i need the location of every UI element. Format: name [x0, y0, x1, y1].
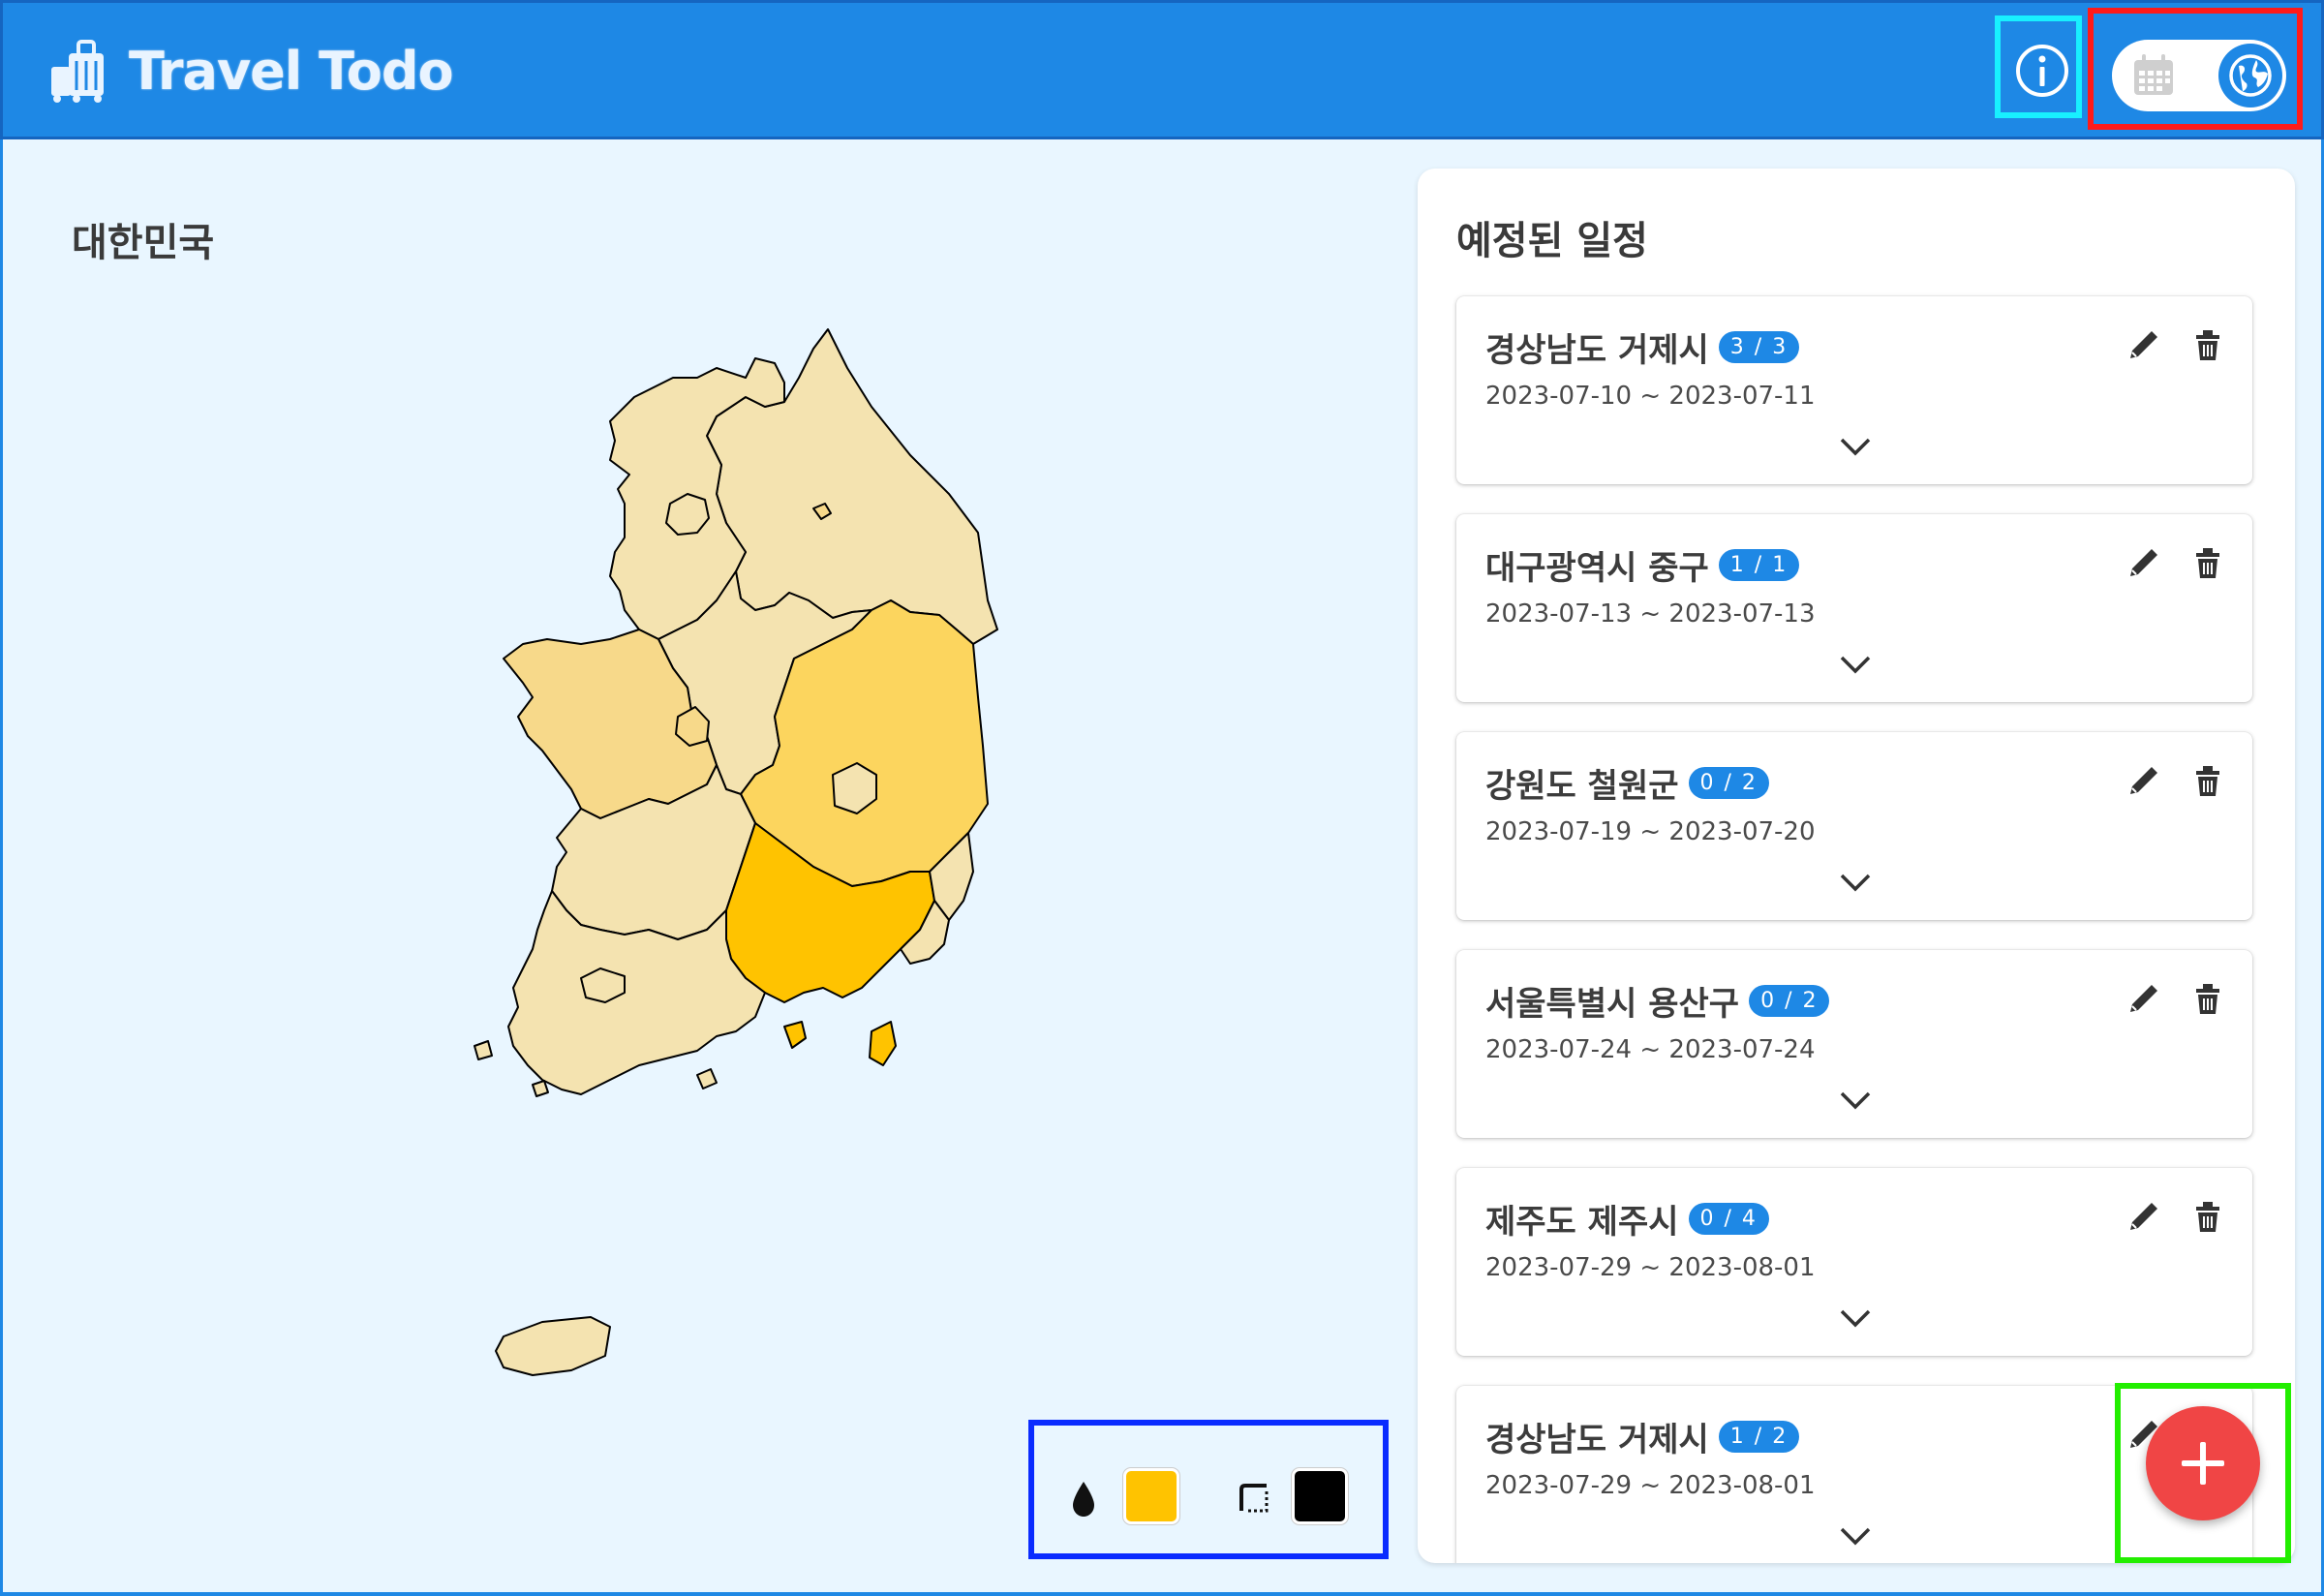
- pencil-icon[interactable]: [2125, 761, 2163, 800]
- island-sw-2: [474, 1040, 493, 1060]
- schedule-dates: 2023-07-29 ~ 2023-08-01: [1485, 1471, 1816, 1500]
- schedule-name: 경상남도 거제시: [1485, 331, 1709, 370]
- chevron-down-icon[interactable]: [1836, 1086, 1875, 1113]
- luggage-icon: [51, 40, 104, 103]
- pencil-icon[interactable]: [2125, 325, 2163, 364]
- schedule-title: 예정된 일정: [1456, 219, 1648, 263]
- highlight-info: [1995, 15, 2082, 118]
- chevron-down-icon[interactable]: [1836, 650, 1875, 677]
- fill-color-swatch[interactable]: [1123, 1468, 1179, 1524]
- map-color-panel: [1028, 1420, 1389, 1559]
- island-sw-3: [696, 1068, 718, 1090]
- schedule-dates: 2023-07-19 ~ 2023-07-20: [1485, 817, 1816, 846]
- schedule-name: 경상남도 거제시: [1485, 1421, 1709, 1459]
- korea-map[interactable]: [290, 310, 1065, 1433]
- region-geoje: [869, 1021, 897, 1066]
- schedule-card[interactable]: 강원도 철원군 0 / 2 2023-07-19 ~ 2023-07-20: [1456, 732, 2252, 920]
- schedule-name: 강원도 철원군: [1485, 767, 1679, 806]
- trash-icon[interactable]: [2188, 543, 2227, 582]
- pencil-icon[interactable]: [2125, 543, 2163, 582]
- progress-badge: 0 / 2: [1688, 767, 1769, 799]
- progress-badge: 1 / 2: [1718, 1421, 1800, 1453]
- region-jeju: [495, 1316, 611, 1376]
- highlight-toggle: [2088, 8, 2303, 130]
- island-sw-1: [532, 1080, 549, 1097]
- frame-border-left: [0, 139, 3, 1596]
- schedule-card[interactable]: 제주도 제주시 0 / 4 2023-07-29 ~ 2023-08-01: [1456, 1168, 2252, 1356]
- border-color-swatch[interactable]: [1292, 1468, 1348, 1524]
- schedule-panel: 예정된 일정 경상남도 거제시 3 / 3 2023-07-10 ~ 2023-0…: [1418, 169, 2295, 1563]
- progress-badge: 1 / 1: [1718, 549, 1800, 581]
- schedule-card[interactable]: 대구광역시 중구 1 / 1 2023-07-13 ~ 2023-07-13: [1456, 514, 2252, 702]
- schedule-card[interactable]: 경상남도 거제시 3 / 3 2023-07-10 ~ 2023-07-11: [1456, 296, 2252, 484]
- app-title: Travel Todo: [129, 40, 454, 102]
- chevron-down-icon[interactable]: [1836, 1304, 1875, 1331]
- fill-drop-icon: [1073, 1482, 1094, 1517]
- trash-icon[interactable]: [2188, 979, 2227, 1018]
- schedule-name: 제주도 제주시: [1485, 1203, 1679, 1242]
- trash-icon[interactable]: [2188, 325, 2227, 364]
- region-namhae: [783, 1021, 807, 1049]
- highlight-add: [2115, 1383, 2291, 1563]
- progress-badge: 0 / 2: [1749, 985, 1830, 1017]
- pencil-icon[interactable]: [2125, 1197, 2163, 1236]
- schedule-dates: 2023-07-10 ~ 2023-07-11: [1485, 382, 1816, 411]
- pencil-icon[interactable]: [2125, 979, 2163, 1018]
- trash-icon[interactable]: [2188, 1197, 2227, 1236]
- border-style-icon: [1239, 1484, 1269, 1513]
- progress-badge: 0 / 4: [1688, 1203, 1769, 1235]
- schedule-dates: 2023-07-24 ~ 2023-07-24: [1485, 1035, 1816, 1064]
- progress-badge: 3 / 3: [1718, 331, 1800, 363]
- chevron-down-icon[interactable]: [1836, 432, 1875, 459]
- chevron-down-icon[interactable]: [1836, 1521, 1875, 1549]
- trash-icon[interactable]: [2188, 761, 2227, 800]
- frame-border-bottom: [0, 1592, 2324, 1596]
- country-title: 대한민국: [72, 221, 215, 265]
- schedule-card[interactable]: 서울특별시 용산구 0 / 2 2023-07-24 ~ 2023-07-24: [1456, 950, 2252, 1138]
- schedule-name: 대구광역시 중구: [1485, 549, 1709, 588]
- schedule-name: 서울특별시 용산구: [1485, 985, 1740, 1024]
- schedule-dates: 2023-07-29 ~ 2023-08-01: [1485, 1253, 1816, 1282]
- top-app-bar: Travel Todo: [0, 0, 2324, 139]
- chevron-down-icon[interactable]: [1836, 868, 1875, 895]
- app-logo[interactable]: Travel Todo: [47, 38, 454, 104]
- schedule-dates: 2023-07-13 ~ 2023-07-13: [1485, 599, 1816, 629]
